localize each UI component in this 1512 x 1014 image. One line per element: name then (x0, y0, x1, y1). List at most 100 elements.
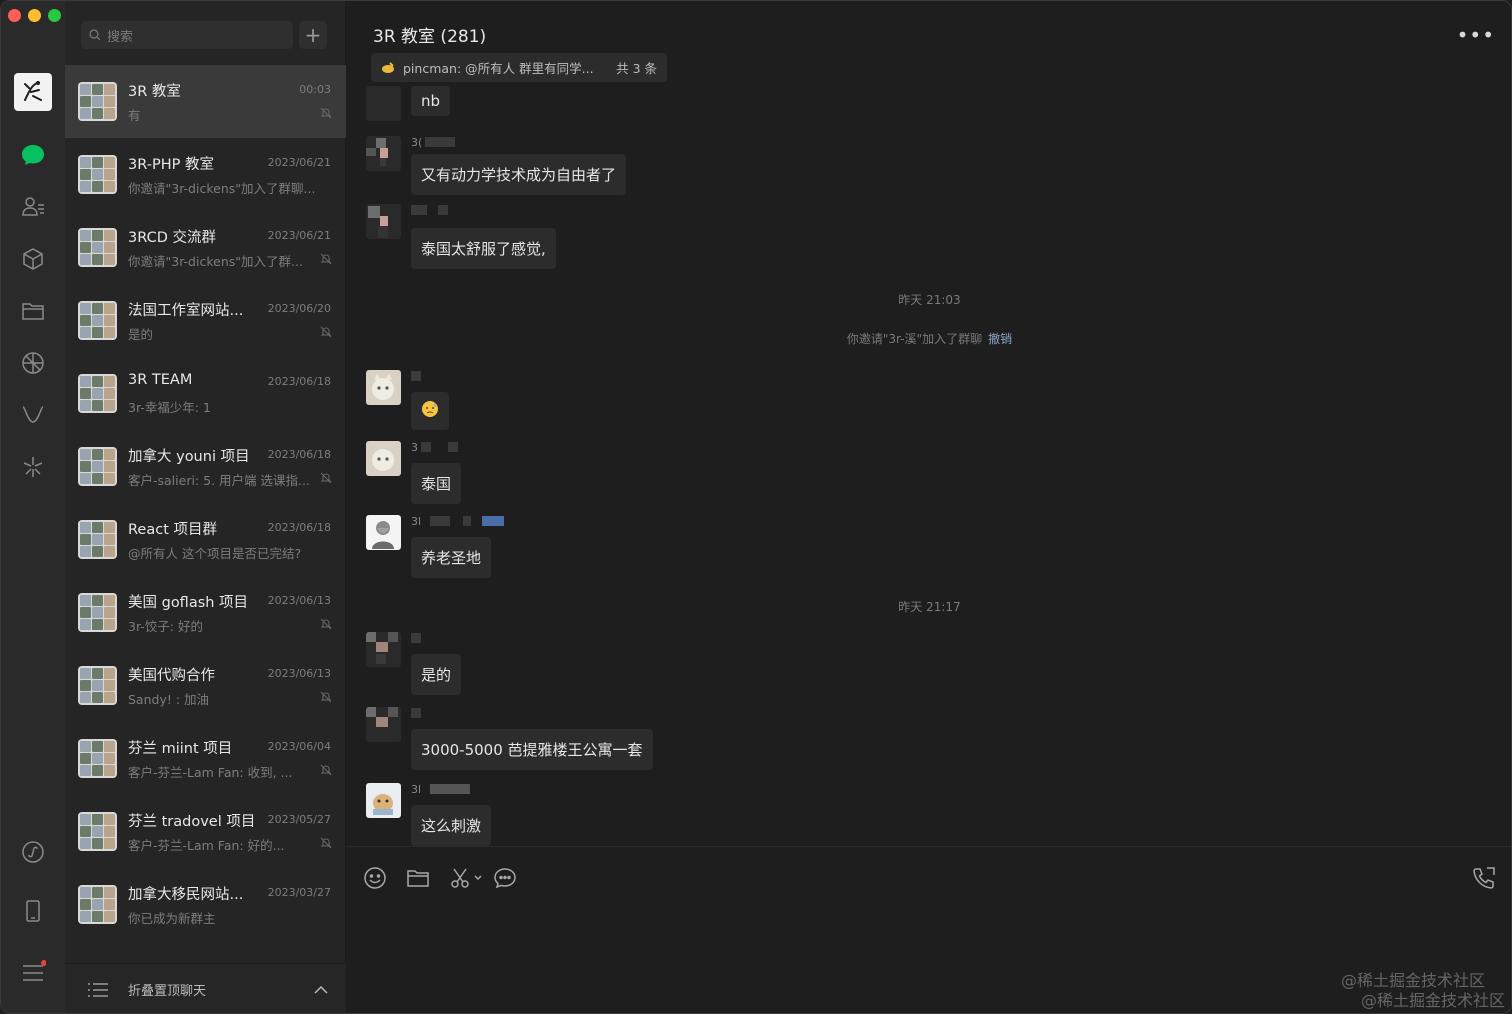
user-avatar[interactable] (14, 73, 52, 111)
phone-call-icon[interactable] (1471, 865, 1497, 891)
message-composer[interactable]: @稀土掘金技术社区 @稀土掘金技术社区 (346, 846, 1511, 1013)
favorites-icon[interactable] (17, 243, 49, 275)
collapse-pinned-bar[interactable]: 折叠置顶聊天 (65, 963, 346, 1013)
chat-name: 3R 教室 (128, 84, 181, 100)
chat-list-item[interactable]: 3R 教室 · 翻译组2023/03/27 (65, 941, 346, 955)
chevron-up-icon[interactable] (314, 982, 328, 998)
sender-avatar[interactable] (366, 783, 401, 818)
watermark-line-2: @稀土掘金技术社区 (1360, 991, 1505, 1010)
group-avatar (78, 82, 117, 121)
chat-name: 法国工作室网站... (128, 303, 244, 319)
sender-avatar[interactable] (366, 632, 401, 667)
chat-date: 2023/06/21 (267, 229, 331, 242)
chat-preview: 有 (128, 108, 141, 123)
sender-avatar[interactable] (366, 515, 401, 550)
more-options-icon[interactable]: ••• (1457, 23, 1495, 47)
chat-name: 3R-PHP 教室 (128, 157, 214, 173)
chat-date: 2023/06/18 (267, 375, 331, 388)
chat-list-item[interactable]: 加拿大移民网站... 2023/03/27 你已成为新群主 (65, 868, 346, 941)
chat-list-item[interactable]: 美国 goflash 项目 2023/06/13 3r-饺子: 好的 (65, 576, 346, 649)
channels-icon[interactable] (17, 399, 49, 431)
chat-list-item[interactable]: 3R TEAM 2023/06/18 3r-幸福少年: 1 (65, 357, 346, 430)
search-input[interactable]: 搜索 (81, 21, 293, 49)
scissors-icon[interactable] (448, 865, 484, 891)
chat-list-item[interactable]: 美国代购合作 2023/06/13 Sandy! : 加油 (65, 649, 346, 722)
undo-link[interactable]: 撤销 (988, 332, 1012, 346)
chat-list-item[interactable]: 3R-PHP 教室 2023/06/21 你邀请"3r-dickens"加入了群聊.… (65, 138, 346, 211)
muted-bell-icon (320, 326, 332, 338)
phone-icon[interactable] (17, 895, 49, 927)
message-bubble[interactable]: 又有动力学技术成为自由者了 (411, 154, 627, 195)
pinned-message-banner[interactable]: pincman: @所有人 群里有同学... 共 3 条 (371, 53, 667, 82)
folder-icon[interactable] (405, 865, 431, 891)
message-list: nb 3( 又有动力学技术成为自由者了 泰国太舒服了感觉, 昨天 21:03 你… (346, 86, 1511, 846)
chat-preview: 你邀请"3r-dickens"加入了群... (128, 254, 303, 269)
muted-bell-icon (320, 472, 332, 484)
emoji-icon[interactable] (362, 865, 388, 891)
message-bubble[interactable]: 泰国 (411, 463, 462, 504)
group-avatar (78, 374, 117, 413)
chat-list-item[interactable]: React 项目群 2023/06/18 @所有人 这个项目是否已完结? (65, 503, 346, 576)
group-avatar (78, 447, 117, 486)
chat-bubble-icon[interactable] (492, 865, 518, 891)
system-message-text: 你邀请"3r-溪"加入了群聊 (846, 332, 983, 346)
muted-bell-icon (320, 837, 332, 849)
search-placeholder: 搜索 (107, 29, 134, 45)
app-window: 搜索 + 3R 教室 00:03 有 3R-PHP 教室 2023/06/21 你邀请"3… (0, 0, 1512, 1014)
chat-preview: 3r-饺子: 好的 (128, 619, 203, 634)
chat-preview: 是的 (128, 327, 154, 342)
chat-list-item[interactable]: 芬兰 miint 项目 2023/06/04 客户-芬兰-Lam Fan: 收到, … (65, 722, 346, 795)
emoji-bubble[interactable] (411, 392, 449, 430)
sender-avatar[interactable] (366, 136, 401, 171)
system-message: 你邀请"3r-溪"加入了群聊 撤销 (346, 330, 1511, 347)
group-avatar (78, 155, 117, 194)
chat-date: 2023/06/21 (267, 156, 331, 169)
chat-date: 2023/06/04 (267, 740, 331, 753)
sender-name: 3( (411, 136, 456, 149)
list-icon (88, 982, 108, 997)
chat-preview: 你邀请"3r-dickens"加入了群聊... (128, 181, 316, 196)
chat-date: 2023/06/13 (267, 594, 331, 607)
chat-list-item[interactable]: 3RCD 交流群 2023/06/21 你邀请"3r-dickens"加入了群... (65, 211, 346, 284)
discover-icon[interactable] (17, 451, 49, 483)
chat-list-item[interactable]: 芬兰 tradovel 项目 2023/05/27 客户-芬兰-Lam Fan: 好… (65, 795, 346, 868)
sender-avatar[interactable] (366, 441, 401, 476)
sender-avatar[interactable] (366, 370, 401, 405)
chat-preview: Sandy! : 加油 (128, 692, 210, 707)
minimize-window-button[interactable] (28, 9, 41, 22)
files-icon[interactable] (17, 295, 49, 327)
message-bubble[interactable]: 泰国太舒服了感觉, (411, 228, 556, 269)
menu-icon[interactable] (17, 957, 49, 989)
close-window-button[interactable] (8, 9, 21, 22)
maximize-window-button[interactable] (48, 9, 61, 22)
message-bubble[interactable]: 3000-5000 芭提雅楼王公寓一套 (411, 729, 653, 770)
mini-programs-icon[interactable] (17, 836, 49, 868)
chat-list-item[interactable]: 3R 教室 00:03 有 (65, 65, 346, 138)
message-bubble[interactable]: 是的 (411, 654, 462, 695)
contacts-icon[interactable] (17, 191, 49, 223)
sender-avatar[interactable] (366, 707, 401, 742)
add-button[interactable]: + (299, 21, 327, 49)
chat-list-item[interactable]: 加拿大 youni 项目 2023/06/18 客户-salieri: 5. 用户端… (65, 430, 346, 503)
chat-list-item[interactable]: 法国工作室网站... 2023/06/20 是的 (65, 284, 346, 357)
chat-name: 3RCD 交流群 (128, 230, 216, 246)
sender-name: 3l (411, 515, 505, 528)
time-separator: 昨天 21:03 (898, 293, 961, 307)
sender-name: 3l (411, 783, 471, 796)
chat-list-panel: 搜索 + 3R 教室 00:03 有 3R-PHP 教室 2023/06/21 你邀请"3… (65, 1, 346, 1013)
message-bubble[interactable]: 这么刺激 (411, 805, 492, 846)
chat-name: 3R TEAM (128, 372, 193, 388)
message-bubble[interactable]: nb (411, 86, 451, 116)
chat-name: 加拿大 youni 项目 (128, 449, 250, 465)
chat-icon[interactable] (17, 139, 49, 171)
collapse-pinned-label: 折叠置顶聊天 (128, 984, 207, 999)
group-avatar (78, 812, 117, 851)
message-bubble[interactable]: 养老圣地 (411, 537, 492, 578)
moments-icon[interactable] (17, 347, 49, 379)
chat-panel: 3R 教室 (281) ••• pincman: @所有人 群里有同学... 共… (346, 1, 1511, 1013)
pinned-count: 共 3 条 (616, 61, 657, 76)
muted-bell-icon (320, 764, 332, 776)
sender-avatar[interactable] (366, 86, 401, 121)
sender-name (411, 204, 448, 216)
sender-avatar[interactable] (366, 204, 401, 239)
